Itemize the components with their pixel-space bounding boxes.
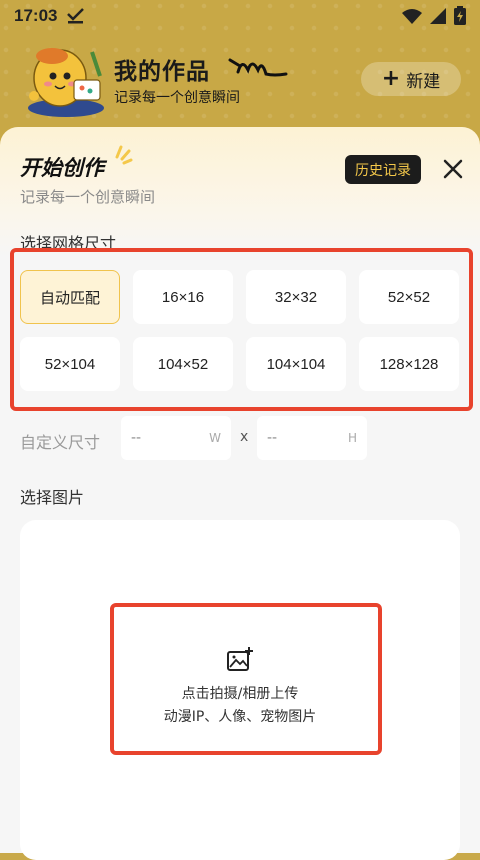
status-time: 17:03 (14, 6, 58, 25)
height-placeholder: -- (267, 430, 278, 446)
sheet-title: 开始创作 (20, 156, 104, 180)
sheet-subtitle: 记录每一个创意瞬间 (20, 188, 156, 206)
close-icon[interactable] (441, 157, 465, 181)
download-done-icon (67, 8, 84, 24)
plus-icon: + (381, 66, 401, 91)
width-unit: W (209, 431, 221, 445)
sparkle-decoration (115, 145, 133, 165)
wifi-icon (402, 8, 422, 24)
create-sheet: 开始创作 记录每一个创意瞬间 历史记录 选择网格尺寸 自动匹配 16×16 32… (0, 127, 480, 860)
highlight-box-upload (110, 603, 382, 755)
custom-size-label: 自定义尺寸 (20, 433, 101, 452)
width-input[interactable]: -- W (121, 416, 231, 460)
history-button[interactable]: 历史记录 (345, 155, 421, 184)
signal-icon (430, 7, 446, 24)
mascot-illustration (28, 48, 104, 117)
size-separator: x (240, 429, 249, 445)
new-button[interactable]: + 新建 (361, 62, 461, 96)
width-placeholder: -- (131, 430, 142, 446)
squiggle-decoration (228, 58, 288, 77)
new-button-label: 新建 (406, 71, 441, 92)
page-subtitle: 记录每一个创意瞬间 (114, 90, 240, 106)
height-unit: H (347, 431, 357, 445)
highlight-box-grid-options (10, 248, 473, 411)
status-bar: 17:03 (0, 0, 480, 32)
height-input[interactable]: -- H (257, 416, 367, 460)
image-section-label: 选择图片 (20, 488, 85, 507)
page-title: 我的作品 (114, 59, 210, 85)
battery-icon (454, 6, 466, 25)
